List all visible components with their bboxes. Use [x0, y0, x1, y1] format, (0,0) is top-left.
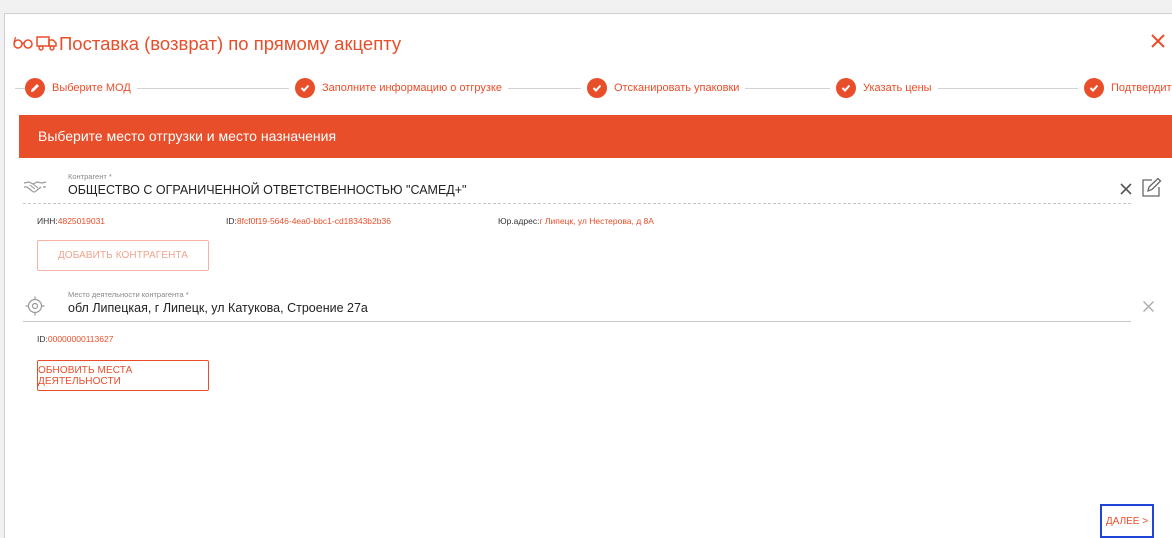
step-shipment-info[interactable]: Заполните информацию о отгрузке	[289, 76, 508, 100]
id-value: 8fcf0f19-5646-4ea0-bbc1-cd18343b2b36	[236, 216, 391, 226]
pencil-icon	[25, 78, 45, 98]
inn-key: ИНН:	[37, 216, 58, 226]
dialog: Поставка (возврат) по прямому акцепту Вы…	[4, 13, 1172, 538]
counterparty-address: Юр.адрес:г Липецк, ул Нестерова, д 8А	[498, 216, 654, 227]
clear-icon	[1120, 183, 1132, 195]
close-icon	[1151, 34, 1165, 48]
location-target-icon	[25, 296, 49, 318]
address-key: Юр.адрес:	[498, 216, 540, 226]
check-icon	[1084, 78, 1104, 98]
step-label: Подтвердить	[1111, 82, 1172, 94]
add-counterparty-button[interactable]: ДОБАВИТЬ КОНТРАГЕНТА	[37, 240, 209, 271]
step-confirm[interactable]: Подтвердить	[1078, 76, 1172, 100]
step-scan-packages[interactable]: Отсканировать упаковки	[581, 76, 746, 100]
counterparty-label: Контрагент *	[68, 172, 112, 181]
step-label: Указать цены	[863, 82, 932, 94]
handshake-icon	[23, 178, 47, 200]
step-set-prices[interactable]: Указать цены	[830, 76, 938, 100]
counterparty-inn: ИНН:4825019031	[37, 216, 105, 227]
clear-activity-place-button[interactable]	[1142, 300, 1155, 318]
check-icon	[587, 78, 607, 98]
step-label: Заполните информацию о отгрузке	[322, 82, 502, 94]
check-icon	[836, 78, 856, 98]
clear-icon	[1143, 301, 1154, 312]
banner-text: Выберите место отгрузки и место назначен…	[38, 128, 337, 144]
id-key: ID:	[226, 216, 237, 226]
check-icon	[295, 78, 315, 98]
address-value: г Липецк, ул Нестерова, д 8А	[539, 216, 654, 226]
counterparty-field[interactable]: Контрагент * ОБЩЕСТВО С ОГРАНИЧЕННОЙ ОТВ…	[23, 172, 1131, 204]
truck-icon	[36, 35, 58, 56]
activity-place-id: ID:00000000113627	[37, 334, 113, 345]
counterparty-value: ОБЩЕСТВО С ОГРАНИЧЕННОЙ ОТВЕТСТВЕННОСТЬЮ…	[68, 183, 467, 197]
close-button[interactable]	[1149, 32, 1169, 54]
inn-value: 4825019031	[57, 216, 106, 226]
dialog-header: Поставка (возврат) по прямому акцепту	[5, 14, 1172, 74]
refresh-activity-places-button[interactable]: ОБНОВИТЬ МЕСТА ДЕЯТЕЛЬНОСТИ	[37, 360, 209, 391]
glasses-icon	[13, 36, 33, 55]
activity-place-label: Место деятельности контрагента *	[68, 290, 189, 299]
dialog-title: Поставка (возврат) по прямому акцепту	[59, 33, 402, 54]
id-value: 00000000113627	[47, 334, 114, 344]
step-select-mod[interactable]: Выберите МОД	[25, 76, 137, 100]
edit-icon	[1142, 177, 1162, 197]
id-key: ID:	[37, 334, 48, 344]
step-label: Выберите МОД	[52, 82, 131, 94]
activity-place-value: обл Липецкая, г Липецк, ул Катукова, Стр…	[68, 301, 368, 315]
section-banner: Выберите место отгрузки и место назначен…	[19, 115, 1172, 158]
clear-counterparty-button[interactable]	[1119, 182, 1133, 201]
header-icons	[13, 35, 58, 55]
activity-place-field[interactable]: Место деятельности контрагента * обл Лип…	[23, 290, 1131, 322]
edit-counterparty-button[interactable]	[1140, 177, 1162, 204]
stepper: Выберите МОД Заполните информацию о отгр…	[15, 76, 1172, 100]
step-label: Отсканировать упаковки	[614, 82, 740, 94]
counterparty-id: ID:8fcf0f19-5646-4ea0-bbc1-cd18343b2b36	[226, 216, 391, 227]
next-button[interactable]: ДАЛЕЕ >	[1100, 504, 1154, 538]
